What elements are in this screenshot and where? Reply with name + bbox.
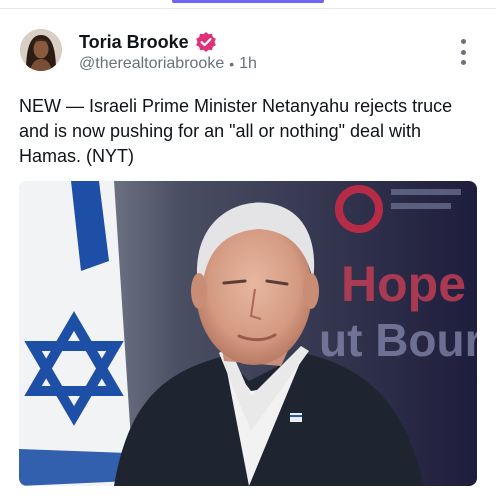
- more-options-button[interactable]: [452, 39, 474, 65]
- post-photo: Hope ut Bour: [19, 181, 477, 486]
- more-vertical-icon-dot: [460, 49, 466, 55]
- avatar[interactable]: [20, 29, 62, 71]
- author-display-name[interactable]: Toria Brooke: [79, 32, 189, 53]
- author-name-row: Toria Brooke: [79, 31, 217, 53]
- background-sign-text-1: Hope: [341, 256, 466, 312]
- post-timestamp[interactable]: 1h: [239, 55, 257, 73]
- verified-badge-icon: [195, 32, 216, 52]
- post-text: NEW — Israeli Prime Minister Netanyahu r…: [19, 96, 453, 166]
- background-sign-text-2: ut Bour: [319, 314, 477, 366]
- author-meta-row: @therealtoriabrooke • 1h: [79, 54, 257, 74]
- post-card[interactable]: Toria Brooke @therealtoriabrooke • 1h NE…: [0, 9, 496, 500]
- author-handle[interactable]: @therealtoriabrooke: [79, 55, 224, 73]
- meta-separator: •: [229, 56, 235, 72]
- post-media-image[interactable]: Hope ut Bour: [19, 181, 477, 486]
- avatar-image: [20, 29, 62, 71]
- more-vertical-icon-dot: [460, 60, 466, 65]
- more-vertical-icon: [460, 39, 466, 44]
- active-tab-indicator: [172, 0, 324, 3]
